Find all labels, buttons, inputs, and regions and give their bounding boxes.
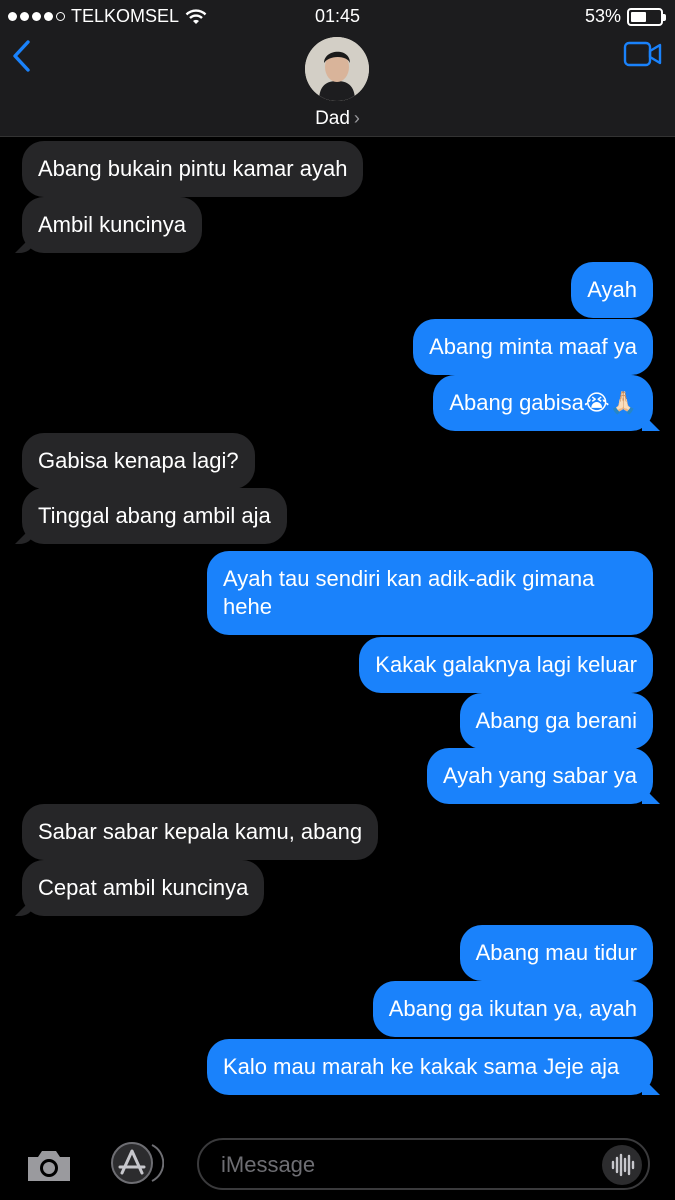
contact-name-button[interactable]: Dad › — [0, 108, 675, 130]
message-bubble-incoming[interactable]: Gabisa kenapa lagi? — [22, 433, 255, 489]
camera-icon[interactable] — [24, 1147, 74, 1185]
audio-message-icon[interactable] — [602, 1145, 642, 1185]
message-bubble-incoming[interactable]: Tinggal abang ambil aja — [22, 488, 287, 544]
status-time: 01:45 — [314, 6, 361, 26]
message-bubble-incoming[interactable]: Abang bukain pintu kamar ayah — [22, 141, 364, 197]
message-bubble-outgoing[interactable]: Abang minta maaf ya — [413, 319, 653, 375]
imessage-input[interactable]: iMessage — [197, 1138, 650, 1190]
conversation-header: Dad › — [0, 34, 675, 137]
contact-avatar[interactable] — [305, 37, 369, 101]
imessage-placeholder: iMessage — [221, 1152, 316, 1177]
chevron-right-icon: › — [353, 108, 360, 128]
message-bubble-incoming[interactable]: Cepat ambil kuncinya — [22, 860, 265, 916]
message-bubble-outgoing[interactable]: Abang gabisa😭🙏🏻 — [433, 375, 653, 431]
composer-bar: iMessage — [0, 1125, 675, 1200]
message-bubble-outgoing[interactable]: Abang ga berani — [459, 693, 653, 749]
message-bubble-incoming[interactable]: Sabar sabar kepala kamu, abang — [22, 804, 379, 860]
app-store-icon[interactable] — [108, 1141, 164, 1185]
message-bubble-outgoing[interactable]: Ayah — [571, 262, 653, 318]
message-bubble-outgoing[interactable]: Abang mau tidur — [459, 925, 653, 981]
message-thread[interactable]: Abang bukain pintu kamar ayah Ambil kunc… — [0, 137, 675, 1125]
battery-icon — [627, 7, 666, 26]
battery-group: 53% — [584, 6, 666, 27]
status-bar: TELKOMSEL 01:45 53% — [0, 0, 675, 34]
message-bubble-outgoing[interactable]: Kalo mau marah ke kakak sama Jeje aja — [207, 1039, 653, 1095]
back-chevron-icon[interactable] — [8, 38, 38, 74]
video-call-icon[interactable] — [623, 40, 663, 68]
message-bubble-outgoing[interactable]: Ayah yang sabar ya — [426, 748, 653, 804]
message-bubble-outgoing[interactable]: Abang ga ikutan ya, ayah — [372, 981, 653, 1037]
battery-percent: 53% — [584, 6, 621, 26]
message-bubble-incoming[interactable]: Ambil kuncinya — [22, 197, 202, 253]
message-bubble-outgoing[interactable]: Kakak galaknya lagi keluar — [359, 637, 653, 693]
contact-name: Dad — [315, 108, 350, 129]
message-bubble-outgoing[interactable]: Ayah tau sendiri kan adik-adik gimana he… — [207, 551, 653, 635]
